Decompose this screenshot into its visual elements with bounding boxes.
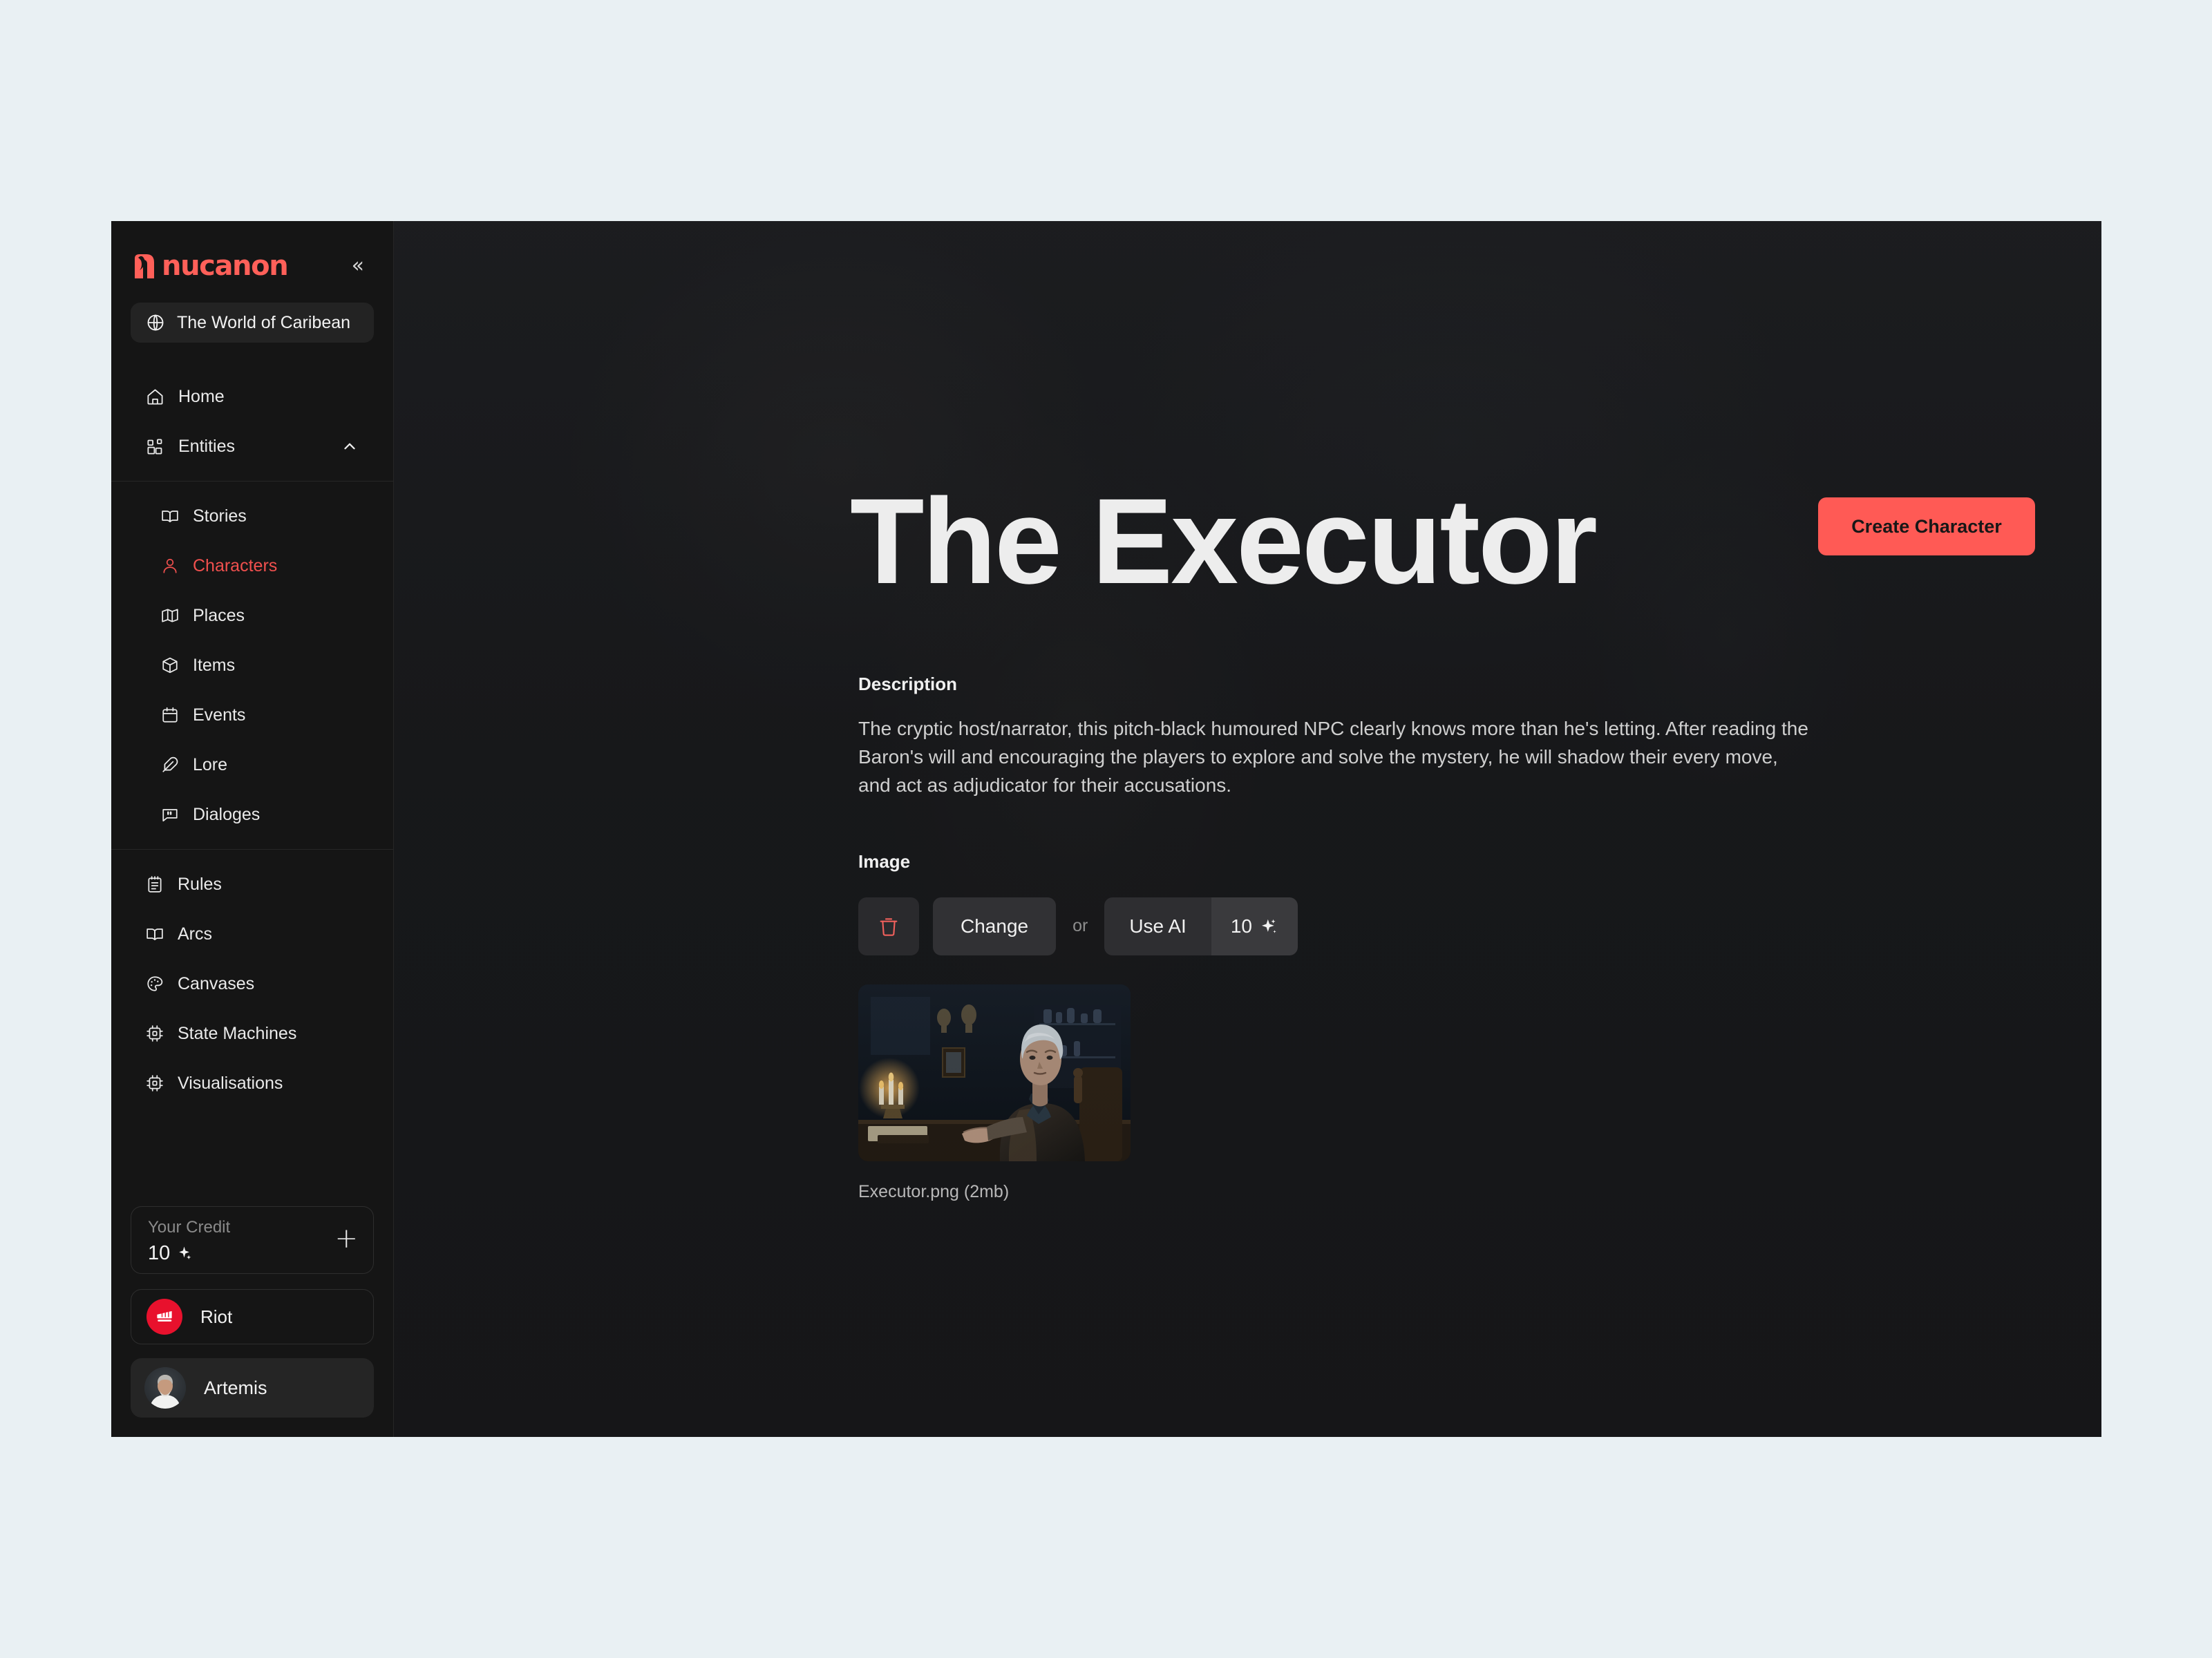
- use-ai-button[interactable]: Use AI: [1104, 897, 1211, 955]
- map-icon: [161, 607, 179, 625]
- user-profile[interactable]: Artemis: [131, 1358, 374, 1418]
- calendar-icon: [161, 706, 179, 724]
- home-icon: [146, 388, 164, 406]
- sidebar-item-stories[interactable]: Stories: [131, 491, 374, 541]
- sidebar-item-label: Items: [193, 655, 236, 675]
- chevron-up-icon[interactable]: [341, 437, 359, 455]
- logo[interactable]: nucanon: [133, 250, 289, 282]
- primary-nav: Home Entities: [111, 372, 393, 471]
- sidebar-item-label: Characters: [193, 555, 278, 575]
- sidebar-header: nucanon « The World of Caribean: [111, 221, 393, 343]
- or-separator: or: [1072, 916, 1088, 936]
- sparkle-icon: [1259, 917, 1278, 936]
- credit-value-row: 10: [148, 1242, 357, 1265]
- sidebar: nucanon « The World of Caribean Home Ent…: [111, 221, 394, 1437]
- sidebar-item-dialoges[interactable]: Dialoges: [131, 790, 374, 839]
- credit-amount: 10: [148, 1242, 171, 1264]
- sidebar-item-label: Home: [178, 386, 225, 406]
- delete-image-button[interactable]: [858, 897, 919, 955]
- sidebar-item-label: Canvases: [178, 973, 255, 993]
- character-detail: The Executor Description The cryptic hos…: [850, 221, 2101, 1437]
- message-quote-icon: [161, 806, 179, 823]
- sidebar-item-label: Rules: [178, 874, 222, 894]
- sidebar-item-canvases[interactable]: Canvases: [131, 959, 374, 1009]
- org-name: Riot: [200, 1306, 233, 1327]
- sidebar-item-label: Arcs: [178, 924, 212, 944]
- world-selector[interactable]: The World of Caribean: [131, 303, 374, 343]
- sidebar-item-visualisations[interactable]: Visualisations: [131, 1058, 374, 1108]
- ai-cost-value: 10: [1230, 915, 1252, 937]
- divider: [111, 849, 393, 850]
- page-title: The Executor: [850, 474, 1598, 609]
- user-name: Artemis: [204, 1377, 267, 1398]
- sidebar-footer: Your Credit 10 + Riot Artemis: [111, 1206, 393, 1437]
- palette-icon: [146, 975, 164, 993]
- book-open-icon: [161, 507, 179, 525]
- world-selector-label: The World of Caribean: [177, 312, 351, 332]
- main-content: Create Character The Executor Descriptio…: [394, 221, 2101, 1437]
- sidebar-item-lore[interactable]: Lore: [131, 740, 374, 790]
- sidebar-item-home[interactable]: Home: [131, 372, 374, 421]
- entities-subnav: Stories Characters Places Items Events L…: [111, 491, 393, 839]
- sidebar-item-label: Lore: [193, 754, 228, 774]
- blocks-icon: [146, 437, 164, 456]
- add-credit-button[interactable]: +: [334, 1225, 358, 1252]
- sidebar-item-label: Visualisations: [178, 1073, 283, 1093]
- sidebar-item-label: Events: [193, 705, 246, 725]
- sidebar-item-label: Places: [193, 605, 245, 625]
- description-text: The cryptic host/narrator, this pitch-bl…: [858, 717, 1808, 797]
- image-label: Image: [858, 850, 911, 872]
- sidebar-item-arcs[interactable]: Arcs: [131, 909, 374, 959]
- ai-cost-button[interactable]: 10: [1211, 897, 1298, 955]
- sidebar-item-label: State Machines: [178, 1023, 297, 1043]
- collapse-sidebar-button[interactable]: «: [346, 253, 370, 279]
- sparkle-icon: [176, 1245, 193, 1262]
- cpu-icon: [146, 1025, 164, 1042]
- description-label: Description: [858, 673, 958, 694]
- sidebar-item-events[interactable]: Events: [131, 690, 374, 740]
- book-open-icon: [146, 925, 164, 943]
- riot-fist-icon: [146, 1299, 182, 1335]
- brand-name: nucanon: [162, 250, 289, 282]
- sidebar-item-entities[interactable]: Entities: [131, 421, 374, 471]
- image-filename: Executor.png (2mb): [858, 1181, 1010, 1201]
- divider: [111, 481, 393, 482]
- image-thumbnail[interactable]: [858, 984, 1131, 1161]
- nucanon-logo-icon: [133, 254, 159, 279]
- cpu-icon: [146, 1074, 164, 1092]
- image-actions: Change or Use AI 10: [858, 897, 2101, 955]
- user-icon: [161, 557, 179, 575]
- change-image-button[interactable]: Change: [933, 897, 1057, 955]
- sidebar-item-rules[interactable]: Rules: [131, 859, 374, 909]
- globe-icon: [146, 313, 165, 332]
- use-ai-group: Use AI 10: [1104, 897, 1298, 955]
- box-icon: [161, 656, 179, 674]
- tools-nav: Rules Arcs Canvases State Machines Visua…: [111, 859, 393, 1108]
- sidebar-item-items[interactable]: Items: [131, 640, 374, 690]
- avatar: [144, 1367, 186, 1409]
- credit-label: Your Credit: [148, 1218, 231, 1237]
- sidebar-item-label: Stories: [193, 506, 247, 526]
- sidebar-item-state-machines[interactable]: State Machines: [131, 1009, 374, 1058]
- sidebar-item-places[interactable]: Places: [131, 591, 374, 640]
- trash-icon: [878, 915, 900, 937]
- sidebar-item-label: Entities: [178, 436, 235, 456]
- sidebar-item-label: Dialoges: [193, 804, 261, 824]
- sidebar-item-characters[interactable]: Characters: [131, 541, 374, 591]
- notepad-icon: [146, 875, 164, 893]
- org-switcher[interactable]: Riot: [131, 1289, 374, 1344]
- credit-card[interactable]: Your Credit 10 +: [131, 1206, 374, 1274]
- brand-row: nucanon «: [131, 247, 374, 285]
- app-window: nucanon « The World of Caribean Home Ent…: [111, 221, 2101, 1437]
- feather-icon: [161, 756, 179, 774]
